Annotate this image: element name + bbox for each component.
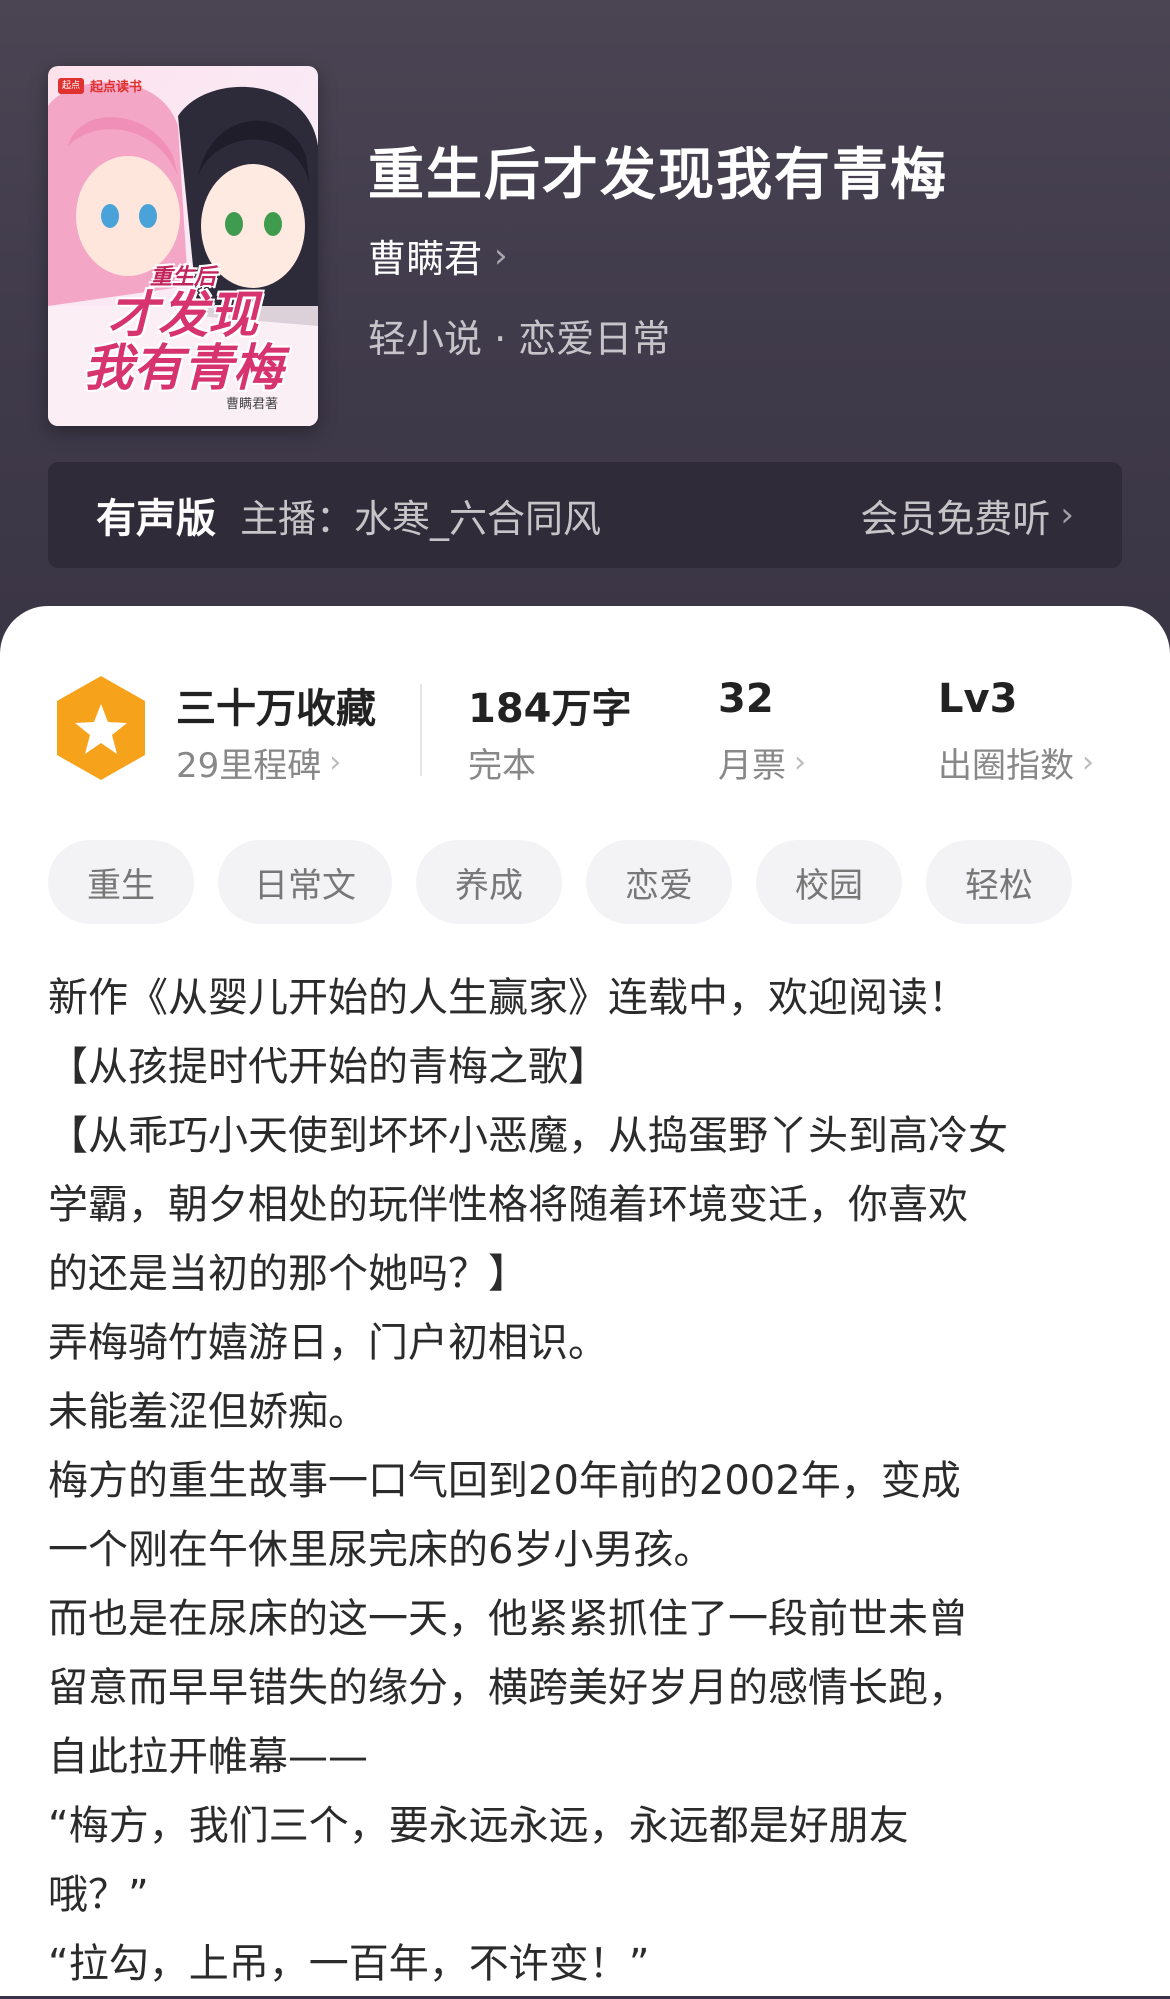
brand-badge: 起点 [58, 77, 84, 94]
star-badge-icon [57, 676, 145, 780]
audio-version-bar[interactable]: 有声版 主播：水寒_六合同风 会员免费听 › [48, 462, 1122, 568]
description-line: 学霸，朝夕相处的玩伴性格将随着环境变迁，你喜欢 [48, 1182, 968, 1228]
author-link[interactable]: 曹瞒君 › [368, 228, 508, 283]
cover-title: 重生后 才发现 我有青梅 [48, 265, 318, 397]
cover-brand: 起点 起点读书 [58, 76, 142, 95]
book-cover[interactable]: 起点 起点读书 重生后 才发现 我有青梅 曹瞒君著 [48, 66, 318, 426]
chevron-right-icon: › [329, 745, 342, 780]
audio-label: 有声版 [96, 496, 216, 542]
chevron-right-icon: › [794, 745, 806, 780]
tag-chip[interactable]: 恋爱 [586, 840, 732, 924]
description-line: 弄梅骑竹嬉游日，门户初相识。 [48, 1320, 608, 1366]
description-line: 自此拉开帷幕—— [48, 1734, 368, 1780]
description-line: 【从孩提时代开始的青梅之歌】 [48, 1044, 608, 1090]
brand-name: 起点读书 [90, 80, 143, 95]
monthly-ticket-count: 32 [718, 676, 774, 722]
description-line: 留意而早早错失的缘分，横跨美好岁月的感情长跑， [48, 1665, 968, 1711]
cover-author: 曹瞒君著 [225, 397, 278, 412]
tag-list: 重生 日常文 养成 恋爱 校园 轻松 [48, 840, 1072, 924]
chevron-right-icon: › [1060, 495, 1074, 535]
tag-chip[interactable]: 轻松 [926, 840, 1072, 924]
stats-divider [420, 684, 422, 776]
influence-index-link[interactable]: 出圈指数 › [938, 738, 1094, 787]
description-line: 一个刚在午休里尿完床的6岁小男孩。 [48, 1527, 714, 1573]
description-line: 的还是当初的那个她吗？】 [48, 1251, 528, 1297]
tag-chip[interactable]: 日常文 [218, 840, 392, 924]
vip-listen-link[interactable]: 会员免费听 › [860, 488, 1074, 543]
influence-index-label: 出圈指数 [938, 746, 1074, 786]
word-count: 184万字 [468, 686, 632, 732]
cover-title-line1: 才发现 [108, 285, 258, 345]
description-line: 而也是在尿床的这一天，他紧紧抓住了一段前世未曾 [48, 1596, 968, 1642]
description-line: 哦？” [48, 1872, 149, 1918]
description-line: 新作《从婴儿开始的人生赢家》连载中，欢迎阅读！ [48, 975, 968, 1021]
description-line: 【从乖巧小天使到坏坏小恶魔，从捣蛋野丫头到高冷女 [48, 1113, 1008, 1159]
book-detail-panel: 三十万收藏 29里程碑 › 184万字 完本 32 月票 › Lv3 出圈指数 … [0, 606, 1170, 1996]
stats-row: 三十万收藏 29里程碑 › 184万字 完本 32 月票 › Lv3 出圈指数 … [0, 666, 1170, 786]
description-line: “拉勾，上吊，一百年，不许变！” [48, 1941, 650, 1987]
cover-title-line2: 我有青梅 [83, 337, 283, 397]
influence-level: Lv3 [938, 676, 1018, 722]
monthly-ticket-link[interactable]: 月票 › [718, 738, 806, 787]
monthly-ticket-label: 月票 [718, 746, 786, 786]
tag-chip[interactable]: 重生 [48, 840, 194, 924]
book-status: 完本 [468, 738, 536, 787]
collect-count: 三十万收藏 [176, 686, 376, 732]
book-description: 新作《从婴儿开始的人生赢家》连载中，欢迎阅读！ 【从孩提时代开始的青梅之歌】 【… [48, 964, 1138, 1999]
tag-chip[interactable]: 养成 [416, 840, 562, 924]
milestone-label: 29里程碑 [176, 746, 322, 786]
description-line: 未能羞涩但娇痴。 [48, 1389, 368, 1435]
book-header: 起点 起点读书 重生后 才发现 我有青梅 曹瞒君著 重生后才发现我有青梅 曹瞒君… [0, 0, 1170, 680]
author-name: 曹瞒君 [368, 237, 483, 281]
book-title: 重生后才发现我有青梅 [368, 143, 948, 208]
chevron-right-icon: › [1082, 745, 1094, 780]
description-line: 梅方的重生故事一口气回到20年前的2002年，变成 [48, 1458, 961, 1504]
chevron-right-icon: › [494, 235, 508, 276]
book-category[interactable]: 轻小说 · 恋爱日常 [368, 308, 670, 363]
book-status-label: 完本 [468, 746, 536, 786]
vip-listen-label: 会员免费听 [860, 496, 1051, 541]
tag-chip[interactable]: 校园 [756, 840, 902, 924]
milestone-link[interactable]: 29里程碑 › [176, 738, 341, 787]
audio-host: 主播：水寒_六合同风 [240, 496, 602, 541]
description-line: “梅方，我们三个，要永远永远，永远都是好朋友 [48, 1803, 909, 1849]
